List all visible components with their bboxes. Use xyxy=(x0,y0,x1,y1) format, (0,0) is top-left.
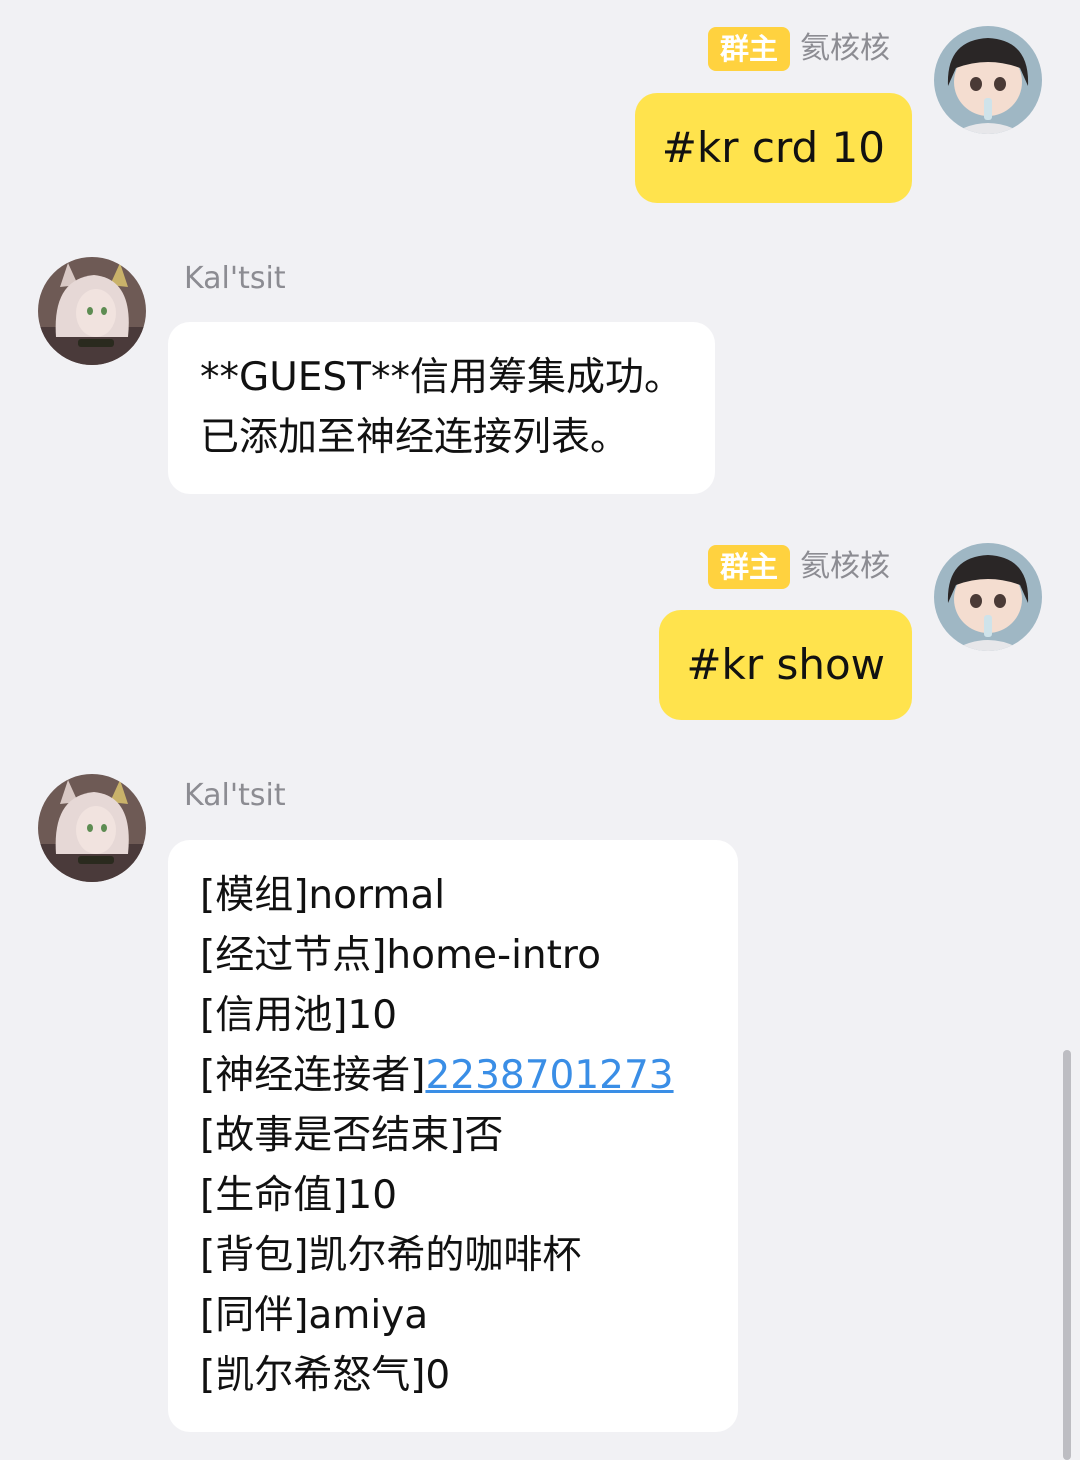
sender-name[interactable]: 氦核核 xyxy=(800,27,890,71)
message-line: [凯尔希怒气]0 xyxy=(200,1353,451,1398)
bot-avatar-icon xyxy=(38,774,146,882)
message-line: **GUEST**信用筹集成功。 xyxy=(200,355,683,400)
user-avatar[interactable] xyxy=(934,543,1042,651)
link-prefix: [神经连接者] xyxy=(200,1053,426,1098)
sender-name[interactable]: 氦核核 xyxy=(800,545,890,589)
bot-avatar[interactable] xyxy=(38,774,146,882)
scrollbar[interactable] xyxy=(1063,1050,1071,1460)
message-line: [信用池]10 xyxy=(200,993,398,1038)
message-bubble[interactable]: [模组]normal [经过节点]home-intro [信用池]10 [神经连… xyxy=(168,840,738,1432)
user-avatar-icon xyxy=(934,26,1042,134)
message-line: [故事是否结束]否 xyxy=(200,1113,504,1158)
message-line: 已添加至神经连接列表。 xyxy=(200,415,630,460)
message-line: [背包]凯尔希的咖啡杯 xyxy=(200,1233,582,1278)
message-line: [生命值]10 xyxy=(200,1173,398,1218)
user-avatar[interactable] xyxy=(934,26,1042,134)
bot-avatar[interactable] xyxy=(38,257,146,365)
message-line: [同伴]amiya xyxy=(200,1293,429,1338)
message-bubble[interactable]: **GUEST**信用筹集成功。 已添加至神经连接列表。 xyxy=(168,322,715,494)
message-bubble[interactable]: #kr show xyxy=(659,610,912,720)
sender-name[interactable]: Kal'tsit xyxy=(184,774,286,818)
message-line-with-link: [神经连接者]2238701273 xyxy=(200,1046,706,1106)
message-bubble[interactable]: #kr crd 10 xyxy=(634,93,912,203)
sender-name-row: Kal'tsit xyxy=(184,774,286,818)
message-text: #kr crd 10 xyxy=(661,123,885,172)
user-id-link[interactable]: 2238701273 xyxy=(425,1053,673,1098)
sender-name-row: 群主 氦核核 xyxy=(707,545,890,589)
user-avatar-icon xyxy=(934,543,1042,651)
bot-avatar-icon xyxy=(38,257,146,365)
message-line: [经过节点]home-intro xyxy=(200,933,601,978)
sender-name-row: Kal'tsit xyxy=(184,257,286,301)
sender-name-row: 群主 氦核核 xyxy=(707,27,890,71)
owner-badge: 群主 xyxy=(707,545,790,589)
message-text: #kr show xyxy=(686,640,885,689)
message-line: [模组]normal xyxy=(200,873,446,918)
owner-badge: 群主 xyxy=(707,27,790,71)
sender-name[interactable]: Kal'tsit xyxy=(184,257,286,301)
